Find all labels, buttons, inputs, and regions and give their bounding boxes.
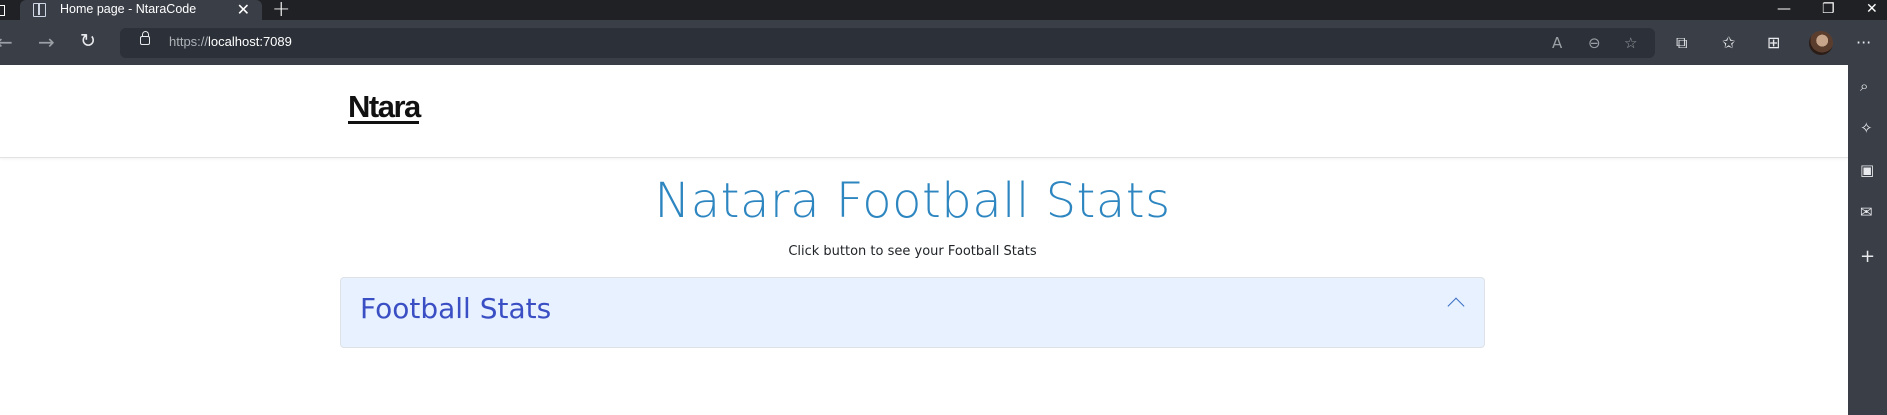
url-text[interactable]: https://localhost:7089 <box>169 34 292 49</box>
address-bar[interactable]: https://localhost:7089 A ⊖ ☆ <box>120 28 1655 58</box>
outlook-icon[interactable]: ✉ <box>1860 203 1873 221</box>
chevron-up-icon[interactable] <box>1447 297 1465 315</box>
back-arrow-icon[interactable]: ← <box>0 30 13 54</box>
close-window-icon[interactable]: ✕ <box>1866 1 1878 17</box>
add-favorite-icon[interactable]: ☆ <box>1624 34 1637 52</box>
tab-title: Home page - NtaraCode <box>60 2 197 16</box>
forward-arrow-icon[interactable]: → <box>38 30 55 54</box>
browser-sidebar: ⌕ ✧ ▣ ✉ + <box>1848 65 1887 415</box>
copilot-icon[interactable]: ✧ <box>1860 119 1873 137</box>
browser-tab-strip: Home page - NtaraCode ✕ + — ❐ ✕ <box>0 0 1887 22</box>
site-header: Ntara <box>0 65 1848 158</box>
tab-active[interactable]: Home page - NtaraCode ✕ <box>20 0 262 22</box>
add-icon[interactable]: + <box>1860 246 1875 267</box>
zoom-out-icon[interactable]: ⊖ <box>1588 34 1601 52</box>
restore-icon[interactable]: ❐ <box>1822 1 1835 17</box>
accordion-title: Football Stats <box>360 292 552 325</box>
web-content: Ntara Natara Football Stats Click button… <box>0 65 1848 415</box>
favorites-icon[interactable]: ✩ <box>1722 33 1735 52</box>
page-subtitle: Click button to see your Football Stats <box>788 244 1037 259</box>
tab-close-icon[interactable]: ✕ <box>237 0 250 19</box>
new-tab-icon[interactable]: + <box>272 0 290 22</box>
football-stats-accordion[interactable]: Football Stats <box>340 277 1485 348</box>
page-title: Natara Football Stats <box>654 173 1171 229</box>
more-icon[interactable]: ··· <box>1856 33 1871 52</box>
search-icon[interactable]: ⌕ <box>1860 77 1868 95</box>
office-icon[interactable]: ▣ <box>1860 161 1874 179</box>
read-aloud-icon[interactable]: A <box>1552 34 1562 52</box>
minimize-icon[interactable]: — <box>1777 1 1791 17</box>
site-logo[interactable]: Ntara <box>348 89 421 125</box>
lock-icon[interactable] <box>140 31 150 45</box>
refresh-icon[interactable]: ↻ <box>80 30 96 52</box>
page-favicon-icon <box>33 3 46 17</box>
extensions-icon[interactable]: ⧉ <box>1676 33 1687 53</box>
tab-actions-icon[interactable] <box>0 5 5 16</box>
avatar[interactable] <box>1809 31 1833 55</box>
browser-toolbar: ← → ↻ https://localhost:7089 A ⊖ ☆ ⧉ ✩ ⊞… <box>0 20 1887 65</box>
collections-icon[interactable]: ⊞ <box>1767 33 1780 52</box>
